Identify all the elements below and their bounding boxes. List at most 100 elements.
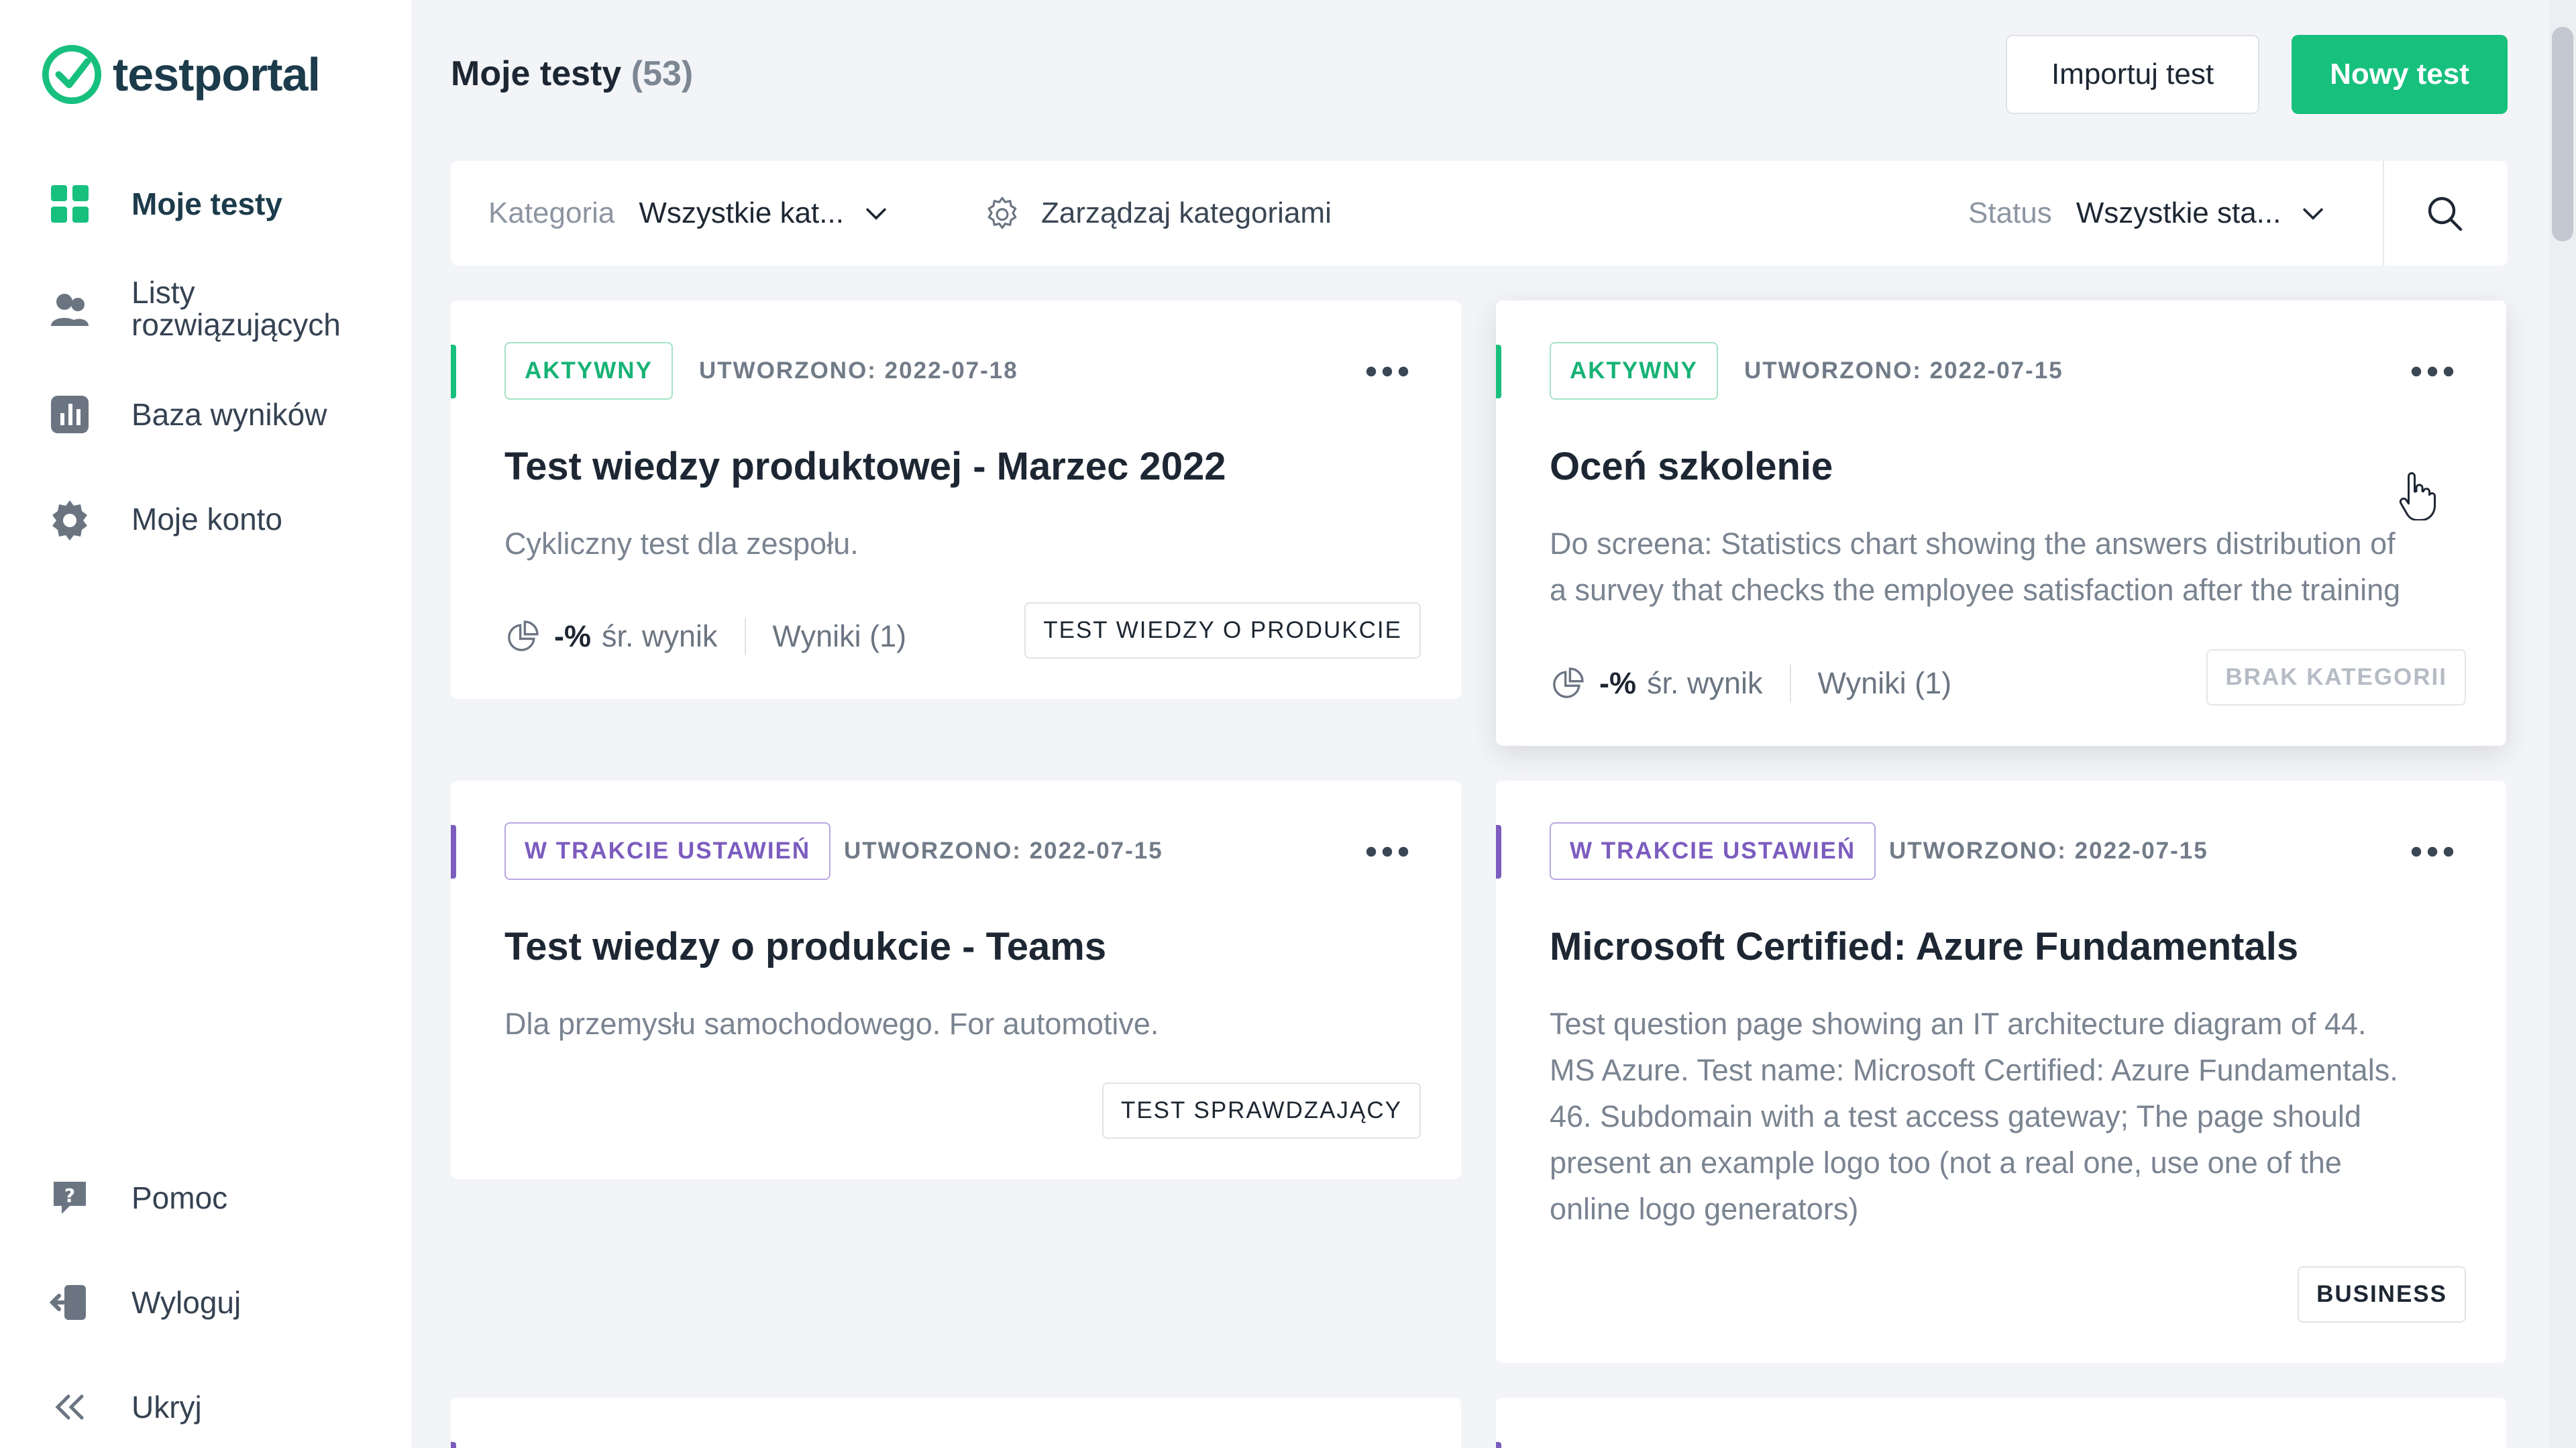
users-icon xyxy=(51,294,89,326)
test-card[interactable]: AKTYWNY UTWORZONO: 2022-07-18 Test wiedz… xyxy=(451,300,1461,699)
sidebar-item-label: Pomoc xyxy=(131,1180,228,1215)
created-date: UTWORZONO: 2022-07-18 xyxy=(699,357,1018,384)
manage-categories-link[interactable]: Zarządzaj kategoriami xyxy=(983,161,1332,266)
results-link[interactable]: Wyniki (1) xyxy=(773,619,907,654)
description-line: Test question page showing an IT archite… xyxy=(1550,1007,2367,1041)
hand-cursor-icon xyxy=(2399,472,2436,520)
collapse-icon xyxy=(55,1394,84,1420)
sidebar-collapse-button[interactable]: Ukryj xyxy=(0,1386,411,1429)
test-card[interactable] xyxy=(451,1398,1461,1448)
test-description: Do screena: Statistics chart showing the… xyxy=(1550,520,2400,613)
more-options-icon[interactable] xyxy=(2406,825,2459,879)
sidebar-item-label: Baza wyników xyxy=(131,397,327,432)
help-icon: ? xyxy=(54,1182,86,1214)
description-line: MS Azure. Test name: Microsoft Certified… xyxy=(1550,1053,2398,1087)
test-card[interactable]: AKTYWNY UTWORZONO: 2022-07-15 Oceń szkol… xyxy=(1496,300,2506,746)
stats-divider xyxy=(1789,665,1791,702)
category-tag[interactable]: BRAK KATEGORII xyxy=(2206,649,2466,706)
pie-chart-icon xyxy=(1553,667,1584,698)
status-stripe xyxy=(451,345,456,398)
status-stripe xyxy=(1496,825,1501,879)
search-icon xyxy=(2428,197,2463,231)
created-date: UTWORZONO: 2022-07-15 xyxy=(1889,838,2208,864)
new-test-button[interactable]: Nowy test xyxy=(2292,35,2508,114)
test-stats: -% śr. wynik Wyniki (1) xyxy=(1550,655,1951,712)
status-badge: AKTYWNY xyxy=(504,342,673,400)
filter-divider xyxy=(2383,161,2384,266)
status-stripe xyxy=(1496,1442,1501,1448)
chevron-down-icon xyxy=(866,208,886,220)
gear-outline-icon xyxy=(987,197,1017,229)
test-card[interactable]: W TRAKCIE USTAWIEŃ UTWORZONO: 2022-07-15… xyxy=(1496,781,2506,1363)
test-description: Test question page showing an IT archite… xyxy=(1550,1001,2398,1232)
category-filter-value: Wszystkie kat... xyxy=(639,197,844,229)
sidebar-item-my-account[interactable]: Moje konto xyxy=(0,498,411,541)
search-button[interactable] xyxy=(2423,161,2466,266)
sidebar-item-label: Moje konto xyxy=(131,502,283,537)
sidebar-item-label: Ukryj xyxy=(131,1390,202,1425)
more-options-icon[interactable] xyxy=(2406,345,2459,398)
status-stripe xyxy=(451,825,456,879)
average-score-value: -% xyxy=(554,619,591,653)
test-count: (53) xyxy=(631,54,694,93)
logo-text: testportal xyxy=(113,48,321,101)
sidebar-item-logout[interactable]: Wyloguj xyxy=(0,1281,411,1324)
test-description: Dla przemysłu samochodowego. For automot… xyxy=(504,1007,1159,1041)
test-description: Cykliczny test dla zespołu. xyxy=(504,526,859,561)
chart-icon xyxy=(51,396,89,433)
logo-check-icon xyxy=(42,44,102,105)
test-card[interactable] xyxy=(1496,1398,2506,1448)
status-filter-value: Wszystkie sta... xyxy=(2076,197,2282,229)
gear-icon xyxy=(52,500,87,541)
category-tag[interactable]: BUSINESS xyxy=(2298,1266,2466,1323)
status-badge: W TRAKCIE USTAWIEŃ xyxy=(1550,822,1876,880)
description-line: Do screena: Statistics chart showing the… xyxy=(1550,526,2396,561)
import-test-button[interactable]: Importuj test xyxy=(2006,35,2259,114)
page-title-text: Moje testy xyxy=(451,54,622,93)
filter-bar: Kategoria Wszystkie kat... Zarządzaj kat… xyxy=(451,161,2508,266)
sidebar-item-respondent-lists[interactable]: Listy rozwiązujących xyxy=(0,276,411,343)
scrollbar-thumb[interactable] xyxy=(2552,27,2573,241)
category-tag[interactable]: TEST SPRAWDZAJĄCY xyxy=(1102,1082,1421,1139)
test-title[interactable]: Test wiedzy produktowej - Marzec 2022 xyxy=(504,444,1226,489)
pie-chart-icon xyxy=(508,620,539,651)
svg-text:?: ? xyxy=(64,1184,75,1207)
sidebar-item-label: Moje testy xyxy=(131,186,282,221)
more-options-icon[interactable] xyxy=(1360,825,1414,879)
created-date: UTWORZONO: 2022-07-15 xyxy=(844,838,1163,864)
description-line: a survey that checks the employee satisf… xyxy=(1550,573,2401,607)
status-badge: W TRAKCIE USTAWIEŃ xyxy=(504,822,831,880)
category-tag[interactable]: TEST WIEDZY O PRODUKCIE xyxy=(1024,602,1421,659)
sidebar-item-label: Listy rozwiązujących xyxy=(131,275,341,342)
created-date: UTWORZONO: 2022-07-15 xyxy=(1744,357,2063,384)
category-filter-label: Kategoria xyxy=(488,197,615,229)
status-filter-label: Status xyxy=(1968,197,2052,229)
description-line: 46. Subdomain with a test access gateway… xyxy=(1550,1099,2361,1133)
manage-categories-label: Zarządzaj kategoriami xyxy=(1041,197,1332,229)
test-title[interactable]: Microsoft Certified: Azure Fundamentals xyxy=(1550,924,2298,969)
average-score-label: śr. wynik xyxy=(1647,666,1763,700)
test-stats: -% śr. wynik Wyniki (1) xyxy=(504,608,906,665)
page-title: Moje testy (53) xyxy=(451,54,693,94)
sidebar-item-my-tests[interactable]: Moje testy xyxy=(0,182,411,225)
status-badge: AKTYWNY xyxy=(1550,342,1718,400)
results-link[interactable]: Wyniki (1) xyxy=(1818,666,1952,701)
stats-divider xyxy=(744,618,746,655)
average-score-value: -% xyxy=(1599,666,1636,700)
more-options-icon[interactable] xyxy=(1360,345,1414,398)
category-filter[interactable]: Kategoria Wszystkie kat... xyxy=(488,161,891,266)
testportal-logo[interactable]: testportal xyxy=(40,43,321,106)
page-scrollbar[interactable] xyxy=(2549,0,2576,1448)
test-card[interactable]: W TRAKCIE USTAWIEŃ UTWORZONO: 2022-07-15… xyxy=(451,781,1461,1179)
average-score-label: śr. wynik xyxy=(602,619,718,653)
test-title[interactable]: Oceń szkolenie xyxy=(1550,444,1833,489)
sidebar-item-label: Wyloguj xyxy=(131,1285,241,1320)
test-title[interactable]: Test wiedzy o produkcie - Teams xyxy=(504,924,1106,969)
sidebar-item-results-base[interactable]: Baza wyników xyxy=(0,393,411,436)
status-filter[interactable]: Status Wszystkie sta... xyxy=(1968,161,2328,266)
status-stripe xyxy=(1496,345,1501,398)
chevron-down-icon xyxy=(2303,208,2324,220)
status-stripe xyxy=(451,1442,456,1448)
sidebar-item-help[interactable]: ? Pomoc xyxy=(0,1176,411,1219)
description-line: present an example logo too (not a real … xyxy=(1550,1146,2342,1180)
